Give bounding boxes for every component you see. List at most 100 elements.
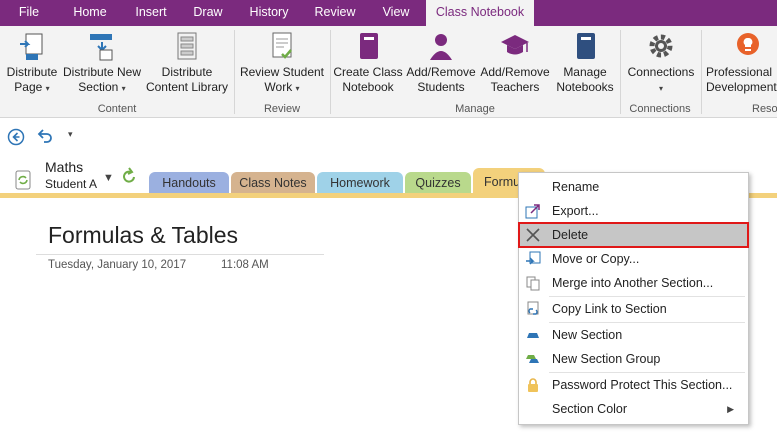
add-remove-teachers-button[interactable]: Add/Remove Teachers [478,30,552,95]
distribute-section-button[interactable]: Distribute New Section ▾ [60,30,144,96]
notebook-dropdown-icon[interactable]: ▼ [103,172,114,184]
group-label-manage: Manage [455,103,495,115]
page-time: 11:08 AM [221,259,269,271]
connections-button[interactable]: Connections ▾ [624,30,698,96]
menu-item-password-protect[interactable]: Password Protect This Section... [519,373,748,397]
notebook-name[interactable]: Maths [45,159,83,175]
page-date: Tuesday, January 10, 2017 [48,259,187,271]
graduation-cap-icon [499,30,531,62]
distribute-library-label-2: Content Library [145,80,229,94]
back-icon[interactable] [7,128,25,149]
distribute-section-icon [86,30,118,62]
link-icon [525,301,541,317]
section-tab-quizzes[interactable]: Quizzes [405,172,471,194]
menu-item-label: Export... [552,204,599,218]
sync-notebook-icon[interactable] [12,169,34,194]
create-notebook-label-1: Create Class [333,65,403,79]
group-label-resources: Reso [752,103,777,115]
student-icon [425,30,457,62]
manage-notebooks-label-2: Notebooks [556,80,614,94]
review-student-label-1: Review Student [239,65,325,79]
menu-item-label: Section Color [552,402,628,416]
merge-icon [525,275,541,291]
dropdown-arrow-icon: ▾ [121,84,126,93]
group-label-connections: Connections [629,103,691,115]
menu-item-new-section-group[interactable]: New Section Group [519,347,748,371]
move-copy-icon [525,251,541,267]
add-students-label-2: Students [417,80,465,94]
menu-item-label: New Section Group [552,352,661,366]
group-label-content: Content [97,103,137,115]
add-remove-students-button[interactable]: Add/Remove Students [404,30,478,95]
tab-view[interactable]: View [372,0,420,26]
distribute-section-label-1: Distribute New [62,65,142,79]
notebook-icon [352,30,384,62]
new-section-icon [525,327,541,343]
refresh-icon[interactable] [122,167,138,188]
manage-notebooks-label-1: Manage [563,65,607,79]
undo-icon[interactable] [36,127,54,148]
tab-insert[interactable]: Insert [124,0,178,26]
ribbon: Distribute Page ▾ Distribute New Section… [0,26,777,118]
tab-draw[interactable]: Draw [186,0,230,26]
menu-item-label: Copy Link to Section [552,302,667,316]
menu-item-rename[interactable]: Rename [519,175,748,199]
professional-label-1: Professional [706,65,773,79]
menu-item-label: Delete [552,228,589,242]
connections-label: Connections [627,65,695,79]
distribute-page-label-2: Page [14,80,43,94]
section-tab-class-notes[interactable]: Class Notes [231,172,315,194]
notebook-blue-icon [569,30,601,62]
group-separator [330,30,331,114]
new-section-group-icon [525,351,541,367]
review-student-label-2: Work [264,80,293,94]
distribute-library-button[interactable]: Distribute Content Library [144,30,230,95]
menu-item-merge[interactable]: Merge into Another Section... [519,271,748,295]
menu-item-label: Move or Copy... [552,252,640,266]
professional-development-button[interactable]: Professional Development [706,30,777,95]
distribute-page-label-1: Distribute [6,65,58,79]
gear-icon [645,30,677,62]
lightbulb-head-icon [732,30,764,62]
menu-item-new-section[interactable]: New Section [519,323,748,347]
create-notebook-label-2: Notebook [342,80,394,94]
menu-item-export[interactable]: Export... [519,199,748,223]
menu-item-delete[interactable]: Delete [518,222,749,248]
export-icon [525,203,541,219]
section-tab-handouts[interactable]: Handouts [149,172,229,194]
dropdown-arrow-icon: ▾ [295,84,300,93]
section-tab-homework[interactable]: Homework [317,172,403,194]
tab-review[interactable]: Review [306,0,364,26]
add-teachers-label-1: Add/Remove [480,65,550,79]
menu-item-move-copy[interactable]: Move or Copy... [519,247,748,271]
distribute-library-label-1: Distribute [161,65,213,79]
group-separator [620,30,621,114]
menu-tab-bar: File Home Insert Draw History Review Vie… [0,0,777,26]
page-title[interactable]: Formulas & Tables [48,222,238,249]
menu-item-label: Merge into Another Section... [552,276,714,290]
submenu-arrow-icon: ▶ [727,404,734,414]
review-document-icon [266,30,298,62]
tab-history[interactable]: History [240,0,298,26]
add-students-label-1: Add/Remove [406,65,476,79]
lock-icon [525,377,541,393]
menu-item-section-color[interactable]: Section Color ▶ [519,397,748,421]
tab-class-notebook[interactable]: Class Notebook [426,0,534,26]
create-class-notebook-button[interactable]: Create Class Notebook [332,30,404,95]
notebook-user[interactable]: Student A [45,177,97,191]
dropdown-arrow-icon: ▾ [45,84,50,93]
menu-item-label: Rename [552,180,600,194]
menu-item-copy-link[interactable]: Copy Link to Section [519,297,748,321]
content-library-icon [171,30,203,62]
delete-x-icon [525,227,541,243]
tab-home[interactable]: Home [64,0,116,26]
group-separator [234,30,235,114]
manage-notebooks-button[interactable]: Manage Notebooks [552,30,618,95]
title-underline [36,254,324,255]
distribute-page-button[interactable]: Distribute Page ▾ [2,30,62,96]
tab-file[interactable]: File [6,0,52,26]
group-separator [701,30,702,114]
review-student-work-button[interactable]: Review Student Work ▾ [238,30,326,96]
quick-access-toolbar: ▾ [0,119,777,155]
customize-toolbar-icon[interactable]: ▾ [68,129,73,140]
